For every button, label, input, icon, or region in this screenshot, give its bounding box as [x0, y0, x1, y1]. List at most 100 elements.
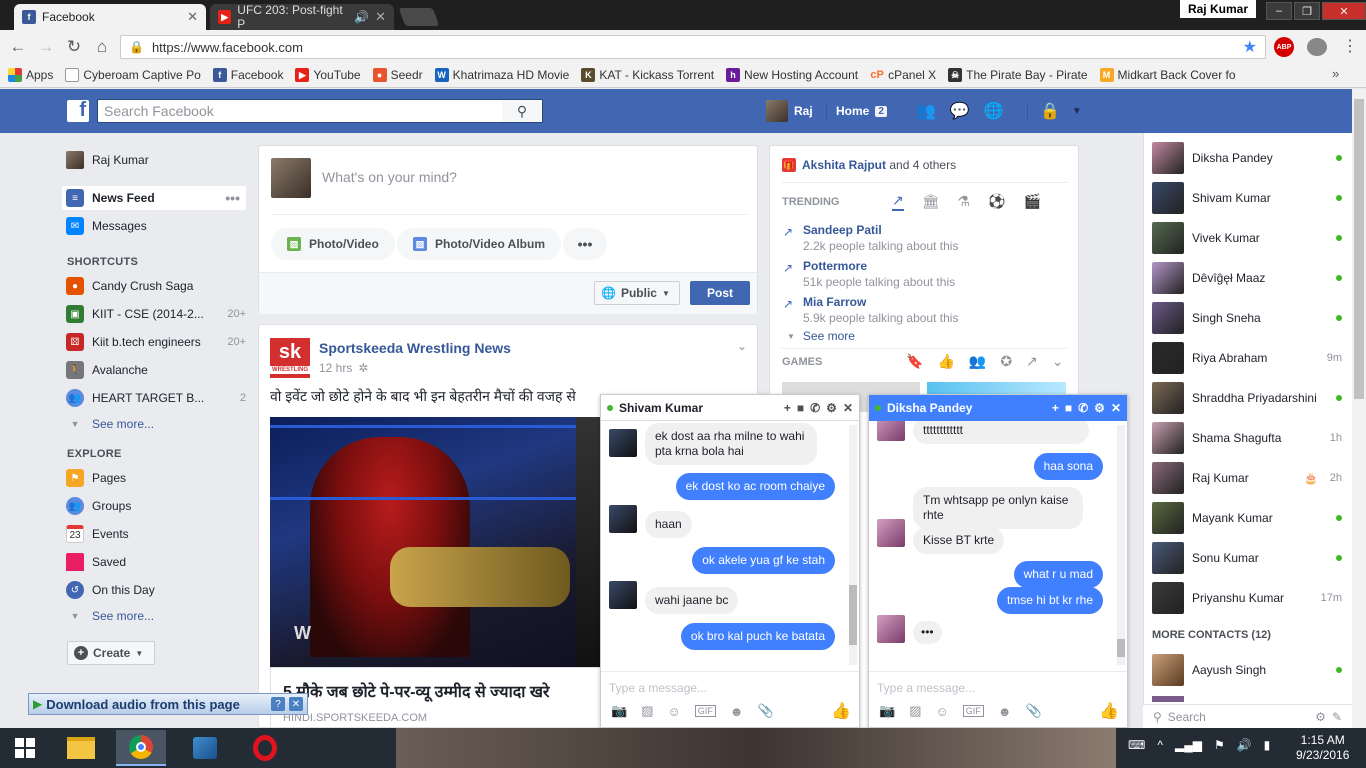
- chat-header[interactable]: Diksha Pandey + ■ ✆ ⚙ ✕: [869, 395, 1127, 421]
- close-icon[interactable]: ✕: [289, 697, 303, 711]
- post-page-name[interactable]: Sportskeeda Wrestling News: [319, 340, 511, 356]
- emoji-icon[interactable]: ☻: [730, 704, 744, 719]
- signal-icon[interactable]: ▂▄▆: [1175, 738, 1202, 752]
- contact-item[interactable]: Shraddha Priyadarshini: [1152, 381, 1342, 415]
- voice-call-icon[interactable]: ✆: [810, 401, 820, 415]
- file-explorer-icon[interactable]: [56, 730, 106, 766]
- explore-groups[interactable]: 👥 Groups: [62, 494, 246, 518]
- bookmark-seedr[interactable]: ● Seedr: [372, 68, 423, 82]
- page-scrollbar[interactable]: [1352, 89, 1366, 728]
- contact-item[interactable]: Priyanshu Kumar 17m: [1152, 581, 1342, 615]
- more-composer-options-icon[interactable]: •••: [563, 228, 607, 260]
- close-window-icon[interactable]: ✕: [1322, 2, 1366, 20]
- chat-message-input[interactable]: Type a message...: [877, 681, 975, 695]
- entertainment-icon[interactable]: 🎬: [1024, 193, 1041, 210]
- contact-item[interactable]: Vivek Kumar: [1152, 221, 1342, 255]
- explore-see-more[interactable]: ▼ See more...: [62, 604, 246, 628]
- action-center-icon[interactable]: ⚑: [1214, 738, 1225, 752]
- network-app-icon[interactable]: [180, 730, 230, 766]
- composer-input[interactable]: What's on your mind?: [322, 169, 457, 185]
- sticker-icon[interactable]: ☺: [935, 704, 948, 719]
- left-nav-messages[interactable]: ✉ Messages: [62, 214, 246, 238]
- shortcut-candy-crush[interactable]: ● Candy Crush Saga: [62, 274, 246, 298]
- gif-icon[interactable]: GIF: [962, 705, 984, 717]
- photo-icon[interactable]: ▨: [909, 703, 921, 719]
- windows-start-icon[interactable]: [0, 730, 50, 766]
- camera-icon[interactable]: 📷: [879, 703, 895, 719]
- trending-see-more[interactable]: ▼ See more: [787, 329, 855, 343]
- close-tab-icon[interactable]: ✕: [187, 9, 198, 25]
- settings-gear-icon[interactable]: ⚙: [1094, 401, 1105, 415]
- contact-aayush-singh[interactable]: Aayush Singh: [1152, 653, 1342, 687]
- post-button[interactable]: Post: [690, 281, 750, 305]
- science-icon[interactable]: ⚗: [958, 193, 971, 210]
- scrollbar-thumb[interactable]: [849, 585, 857, 645]
- politics-icon[interactable]: 🏛: [922, 193, 940, 210]
- chat-message-input[interactable]: Type a message...: [609, 681, 707, 695]
- more-options-icon[interactable]: •••: [225, 190, 240, 206]
- battery-icon[interactable]: ▮: [1264, 738, 1271, 752]
- chat-header[interactable]: Shivam Kumar + ■ ✆ ⚙ ✕: [601, 395, 859, 421]
- friend-requests-icon[interactable]: 👥: [916, 101, 936, 121]
- contact-item[interactable]: Shama Shagufta 1h: [1152, 421, 1342, 455]
- opera-icon[interactable]: [240, 730, 290, 766]
- attachment-icon[interactable]: 📎: [1025, 703, 1041, 719]
- bookmark-apps[interactable]: Apps: [8, 68, 53, 82]
- like-icon[interactable]: 👍: [937, 353, 954, 370]
- new-tab-button[interactable]: [398, 8, 440, 26]
- left-nav-profile[interactable]: Raj Kumar: [62, 148, 246, 172]
- gif-icon[interactable]: GIF: [694, 705, 716, 717]
- add-people-icon[interactable]: +: [1052, 401, 1059, 415]
- bookmark-youtube[interactable]: ▶ YouTube: [295, 68, 361, 82]
- reload-icon[interactable]: ↻: [60, 37, 88, 57]
- post-time[interactable]: 12 hrs: [319, 361, 352, 375]
- bookmark-kat[interactable]: K KAT - Kickass Torrent: [581, 68, 714, 82]
- bookmark-piratebay[interactable]: ☠ The Pirate Bay - Pirate: [948, 68, 1088, 82]
- bookmark-cyberoam[interactable]: Cyberoam Captive Po: [65, 68, 201, 82]
- photo-video-button[interactable]: ▨ Photo/Video: [271, 228, 395, 260]
- settings-gear-icon[interactable]: ⚙: [826, 401, 837, 415]
- explore-events[interactable]: 23 Events: [62, 522, 246, 546]
- star-icon[interactable]: ✪: [1000, 353, 1012, 370]
- compose-icon[interactable]: ✎: [1332, 710, 1342, 724]
- friends-icon[interactable]: 👥: [969, 353, 986, 370]
- clock[interactable]: 1:15 AM 9/23/2016: [1296, 733, 1349, 763]
- sidebar-search[interactable]: ⚲ Search ⚙ ✎: [1143, 704, 1352, 728]
- bookmark-star-icon[interactable]: ★: [1243, 37, 1257, 57]
- tray-overflow-icon[interactable]: ^: [1157, 738, 1163, 752]
- create-button[interactable]: + Create ▼: [67, 641, 155, 665]
- minimize-icon[interactable]: –: [1266, 2, 1292, 20]
- notifications-globe-icon[interactable]: 🌐: [984, 101, 1004, 121]
- download-audio-bar[interactable]: ▶ Download audio from this page ? ✕: [28, 693, 308, 715]
- left-nav-news-feed[interactable]: ≡ News Feed •••: [62, 186, 246, 210]
- attachment-icon[interactable]: 📎: [757, 703, 773, 719]
- contact-item[interactable]: Singh Sneha: [1152, 301, 1342, 335]
- shortcut-avalanche[interactable]: 🚶 Avalanche: [62, 358, 246, 382]
- thumbs-up-icon[interactable]: 👍: [1099, 701, 1119, 721]
- birthdays-row[interactable]: 🎁 Akshita Rajput and 4 others: [782, 158, 956, 172]
- contact-item[interactable]: Mayank Kumar: [1152, 501, 1342, 535]
- bookmark-icon[interactable]: 🔖: [906, 353, 923, 370]
- home-link[interactable]: Home 2: [836, 100, 887, 122]
- chrome-icon[interactable]: [116, 730, 166, 766]
- video-call-icon[interactable]: ■: [1065, 401, 1072, 415]
- contact-item[interactable]: Riya Abraham 9m: [1152, 341, 1342, 375]
- chevron-down-icon[interactable]: ⌄: [1052, 353, 1064, 370]
- add-people-icon[interactable]: +: [784, 401, 791, 415]
- messages-icon[interactable]: 💬: [950, 101, 970, 121]
- chat-scrollbar[interactable]: [849, 425, 857, 665]
- extension-icon[interactable]: [1307, 38, 1327, 56]
- contact-item[interactable]: Shivam Kumar: [1152, 181, 1342, 215]
- search-icon[interactable]: ⚲: [502, 100, 542, 122]
- more-bookmarks-icon[interactable]: »: [1332, 66, 1339, 81]
- explore-on-this-day[interactable]: ↺ On this Day: [62, 578, 246, 602]
- contact-item[interactable]: Diksha Pandey: [1152, 141, 1342, 175]
- thumbs-up-icon[interactable]: 👍: [831, 701, 851, 721]
- chat-scrollbar[interactable]: [1117, 425, 1125, 665]
- sports-icon[interactable]: ⚽: [988, 193, 1005, 210]
- keyboard-icon[interactable]: ⌨: [1128, 738, 1145, 752]
- restore-icon[interactable]: ❐: [1294, 2, 1320, 20]
- bookmark-cpanel[interactable]: cP cPanel X: [870, 68, 936, 82]
- adblock-icon[interactable]: ABP: [1274, 37, 1294, 57]
- menu-icon[interactable]: ⋮: [1342, 36, 1358, 56]
